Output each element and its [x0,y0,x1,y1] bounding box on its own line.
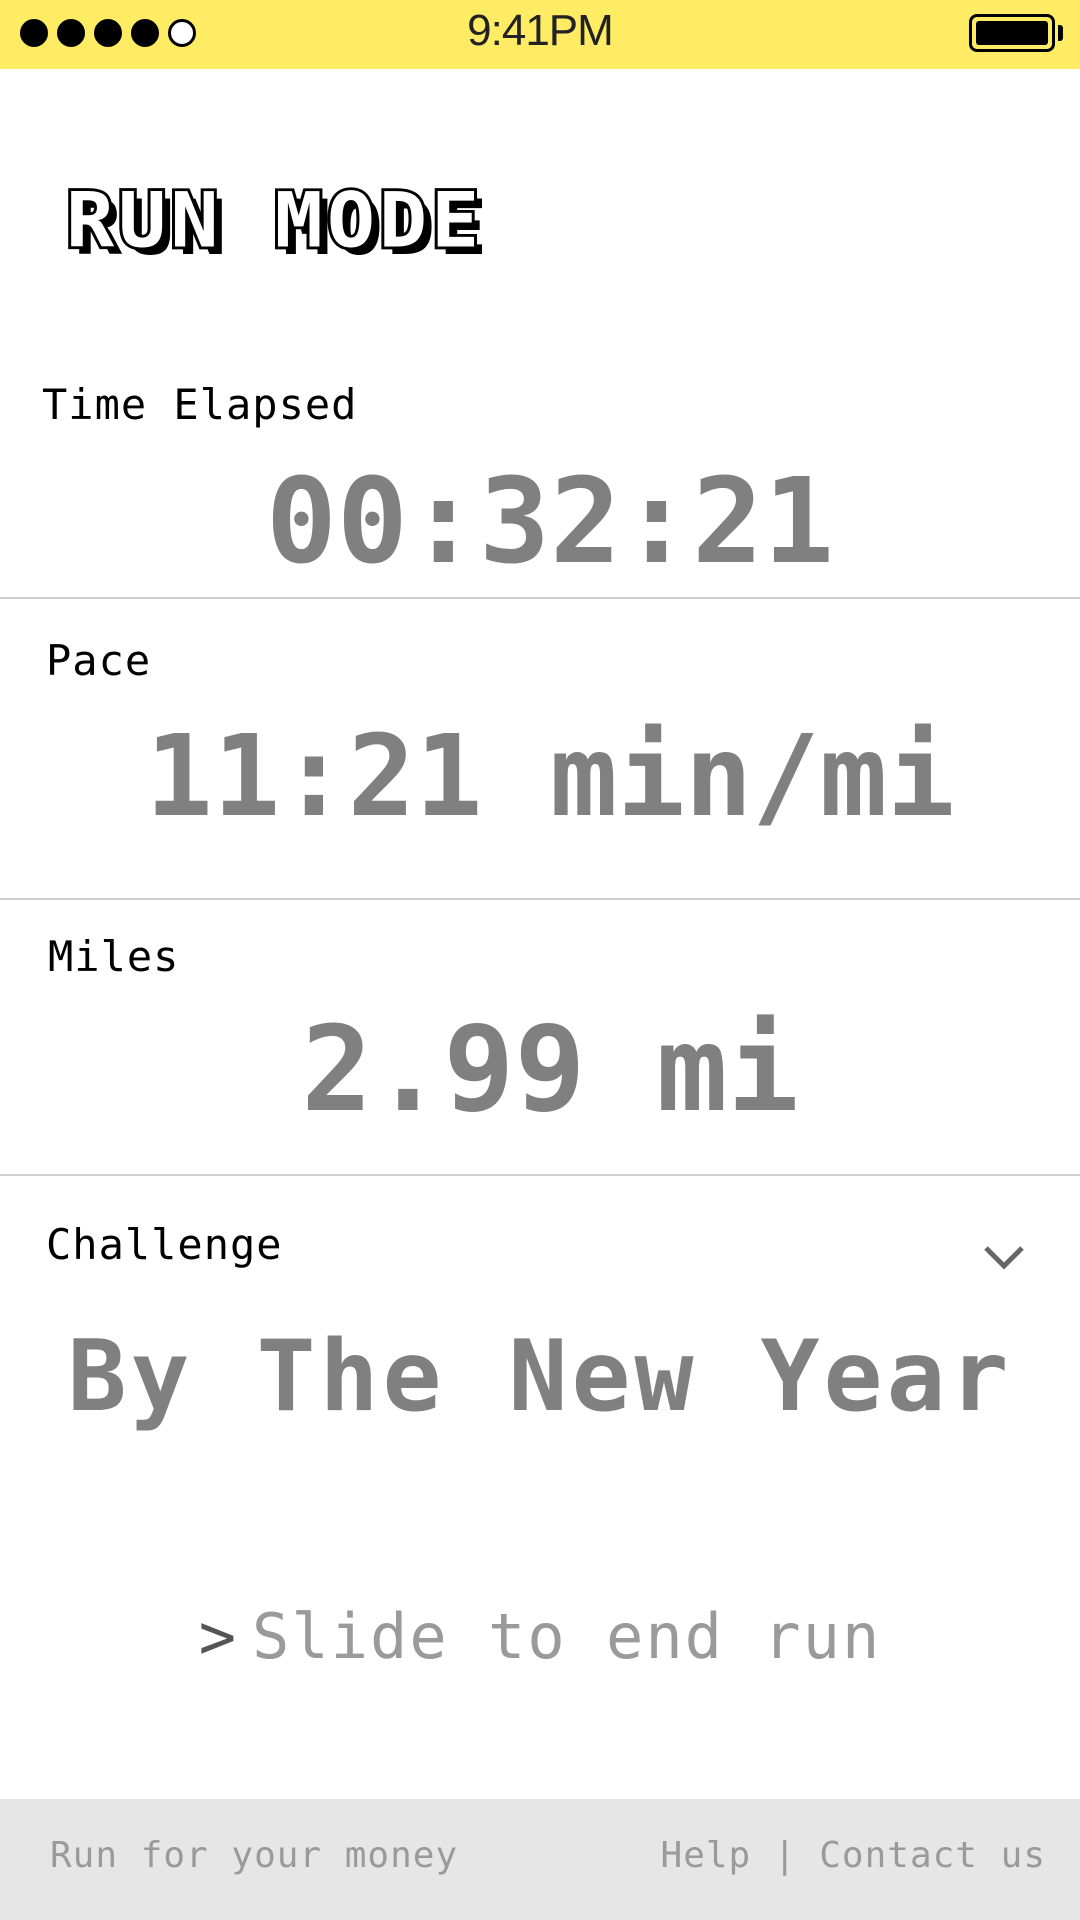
miles-value: 2.99 mi [301,1000,799,1138]
slide-to-end-run-control[interactable]: > Slide to end run [0,1600,1080,1673]
battery-full-icon [969,14,1063,52]
chevron-right-icon[interactable]: > [199,1600,238,1673]
miles-label: Miles [48,932,180,981]
pace-label: Pace [46,636,152,685]
chevron-down-icon[interactable] [982,1240,1026,1274]
divider [0,898,1080,900]
divider [0,597,1080,599]
footer-tagline: Run for your money [50,1835,459,1876]
footer: Run for your money Help | Contact us [0,1799,1080,1920]
status-time: 9:41PM [467,6,614,55]
challenge-label: Challenge [46,1220,283,1269]
slide-to-end-label: Slide to end run [252,1600,882,1673]
time-elapsed-value: 00:32:21 [265,452,835,590]
footer-links[interactable]: Help | Contact us [661,1835,1046,1876]
divider [0,1174,1080,1176]
time-elapsed-label: Time Elapsed [42,380,358,429]
pace-value: 11:21 min/mi [145,712,955,842]
status-bar: 9:41PM [0,0,1080,69]
run-mode-logo: RUN MODE [63,175,484,266]
challenge-value[interactable]: By The New Year [0,1320,1080,1434]
